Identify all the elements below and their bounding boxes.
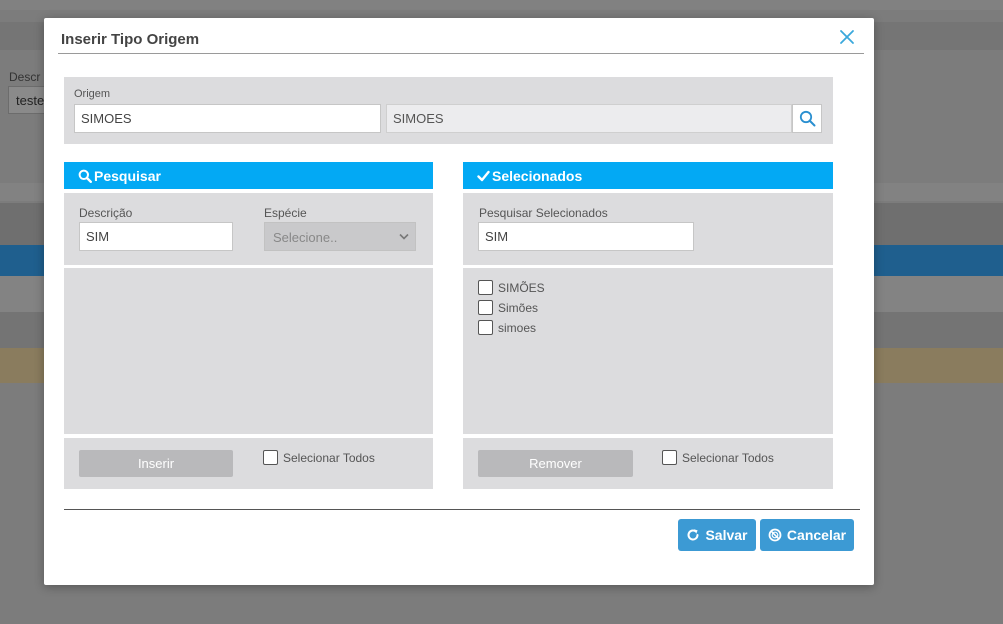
remove-button[interactable]: Remover: [478, 450, 633, 477]
list-item[interactable]: SIMÕES: [478, 280, 545, 295]
close-icon[interactable]: [838, 28, 856, 46]
cancel-button-label: Cancelar: [786, 527, 847, 543]
origem-section: Origem SIMOES: [64, 77, 833, 144]
pesquisar-selecionados-label: Pesquisar Selecionados: [479, 206, 608, 220]
especie-label: Espécie: [264, 206, 307, 220]
selecionados-select-all[interactable]: Selecionar Todos: [662, 450, 774, 465]
especie-select[interactable]: Selecione..: [264, 222, 416, 251]
item-label: SIMÕES: [498, 280, 545, 295]
item-checkbox[interactable]: [478, 300, 493, 315]
pesquisar-select-all[interactable]: Selecionar Todos: [263, 450, 375, 465]
save-button[interactable]: Salvar: [678, 519, 756, 551]
selecionados-header: Selecionados: [463, 162, 833, 189]
save-button-label: Salvar: [705, 527, 748, 543]
search-icon: [799, 110, 815, 127]
item-checkbox[interactable]: [478, 320, 493, 335]
item-label: Simões: [498, 300, 539, 315]
list-item[interactable]: simoes: [478, 320, 536, 335]
select-all-label: Selecionar Todos: [682, 450, 774, 465]
chevron-down-icon: [399, 233, 409, 240]
selecionados-header-label: Selecionados: [492, 167, 583, 184]
pesquisar-actions: Inserir Selecionar Todos: [64, 438, 433, 489]
descricao-label: Descrição: [79, 206, 133, 220]
item-checkbox[interactable]: [478, 280, 493, 295]
selecionados-list: SIMÕES Simões simoes: [463, 268, 833, 434]
origem-search-button[interactable]: [792, 104, 822, 133]
pesquisar-filter-box: Descrição Espécie Selecione..: [64, 193, 433, 265]
item-label: simoes: [498, 320, 537, 335]
background-band: [0, 0, 1003, 10]
select-all-label: Selecionar Todos: [283, 450, 375, 465]
pesquisar-selecionados-input[interactable]: [478, 222, 694, 251]
cancel-button[interactable]: Cancelar: [760, 519, 854, 551]
insert-button[interactable]: Inserir: [79, 450, 233, 477]
pesquisar-header-label: Pesquisar: [94, 167, 161, 184]
descricao-input[interactable]: [79, 222, 233, 251]
pesquisar-results-list: [64, 268, 433, 434]
origem-label: Origem: [74, 88, 111, 100]
select-all-checkbox[interactable]: [263, 450, 278, 465]
especie-select-value: Selecione..: [273, 230, 338, 245]
check-icon: [477, 170, 490, 181]
selecionados-filter-box: Pesquisar Selecionados: [463, 193, 833, 265]
dialog-title: Inserir Tipo Origem: [61, 31, 200, 48]
pesquisar-header: Pesquisar: [64, 162, 433, 189]
select-all-checkbox[interactable]: [662, 450, 677, 465]
title-divider: [58, 53, 864, 54]
background-field-input: teste: [8, 86, 46, 114]
selecionados-actions: Remover Selecionar Todos: [463, 438, 833, 489]
insert-tipo-origem-dialog: Inserir Tipo Origem Origem SIMOES Pesqui…: [44, 18, 874, 585]
ban-icon: [768, 528, 782, 542]
background-field-label: Descr: [9, 70, 41, 84]
origem-input[interactable]: [74, 104, 381, 133]
list-item[interactable]: Simões: [478, 300, 538, 315]
search-icon: [78, 169, 92, 183]
footer-divider: [64, 509, 860, 510]
refresh-icon: [687, 529, 699, 541]
origem-display: SIMOES: [386, 104, 792, 133]
